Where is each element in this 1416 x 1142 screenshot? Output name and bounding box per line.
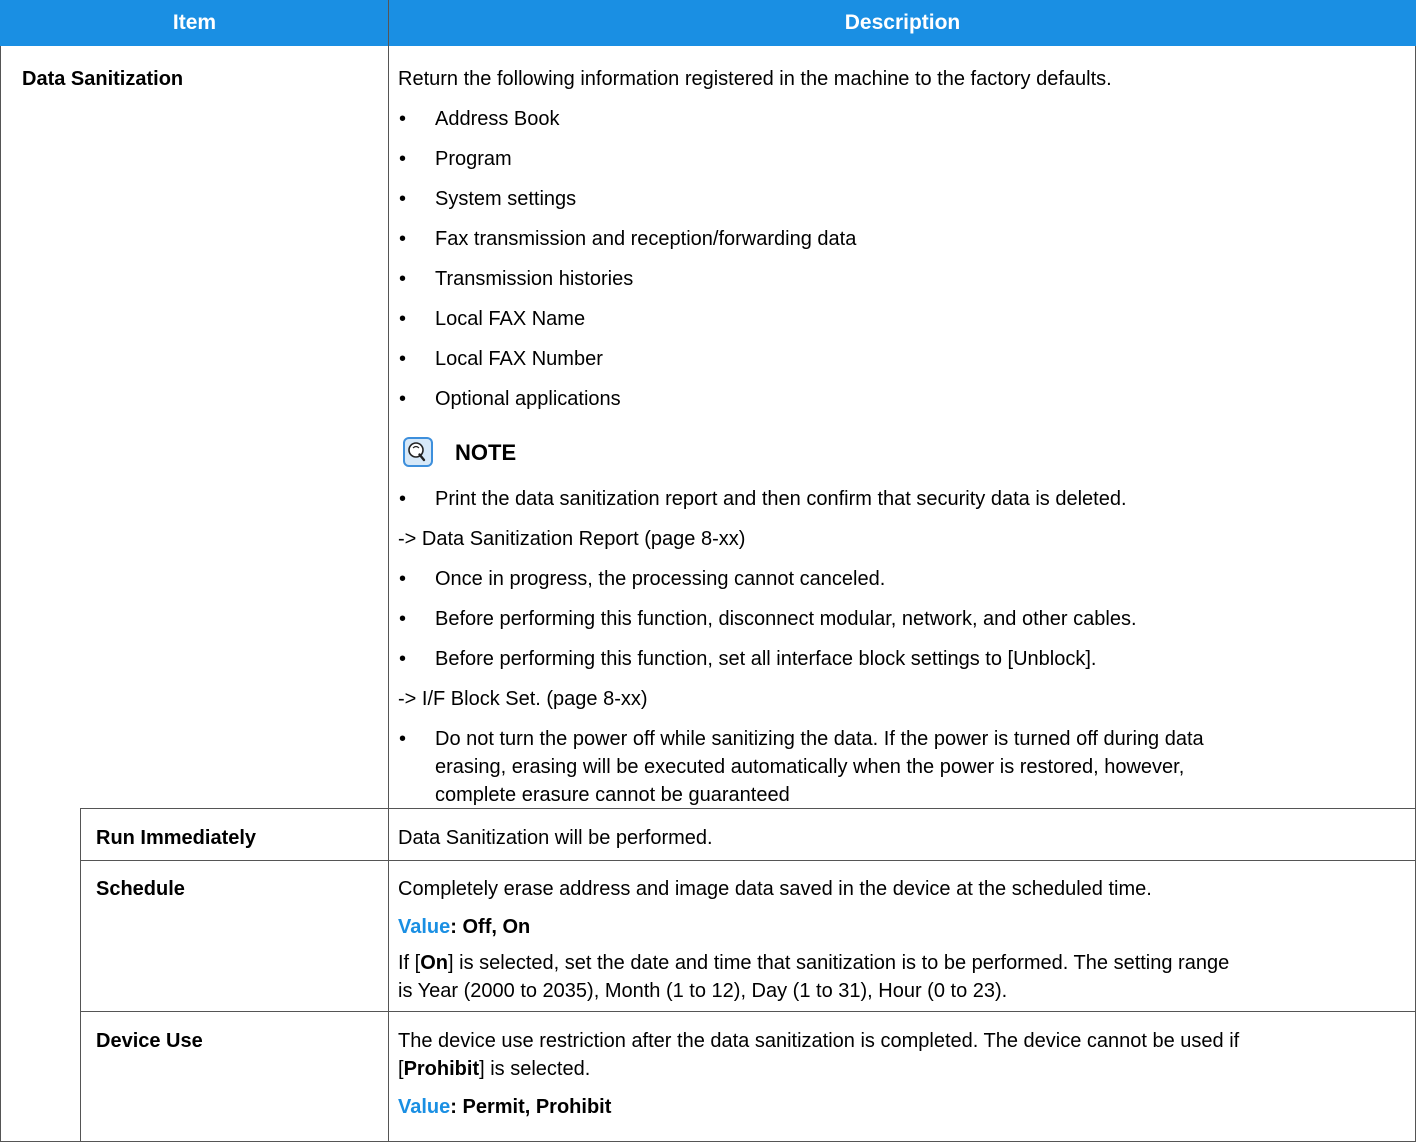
note-item: Print the data sanitization report and t… <box>435 488 1127 510</box>
list-item: Program <box>435 148 512 170</box>
device-use-value: Value: Permit, Prohibit <box>398 1096 611 1119</box>
header-description: Description <box>389 0 1416 46</box>
note-item: Before performing this function, set all… <box>435 648 1097 670</box>
value-options: : Off, On <box>450 916 531 938</box>
schedule-detail-line: is Year (2000 to 2035), Month (1 to 12),… <box>398 980 1008 1002</box>
note-item-line: erasing, erasing will be executed automa… <box>435 756 1185 778</box>
list-item: Local FAX Name <box>435 308 586 330</box>
bullet-icon: • <box>399 488 407 510</box>
bullet-icon: • <box>399 268 407 290</box>
row-label-run-immediately: Run Immediately <box>96 827 257 849</box>
bullet-icon: • <box>399 388 407 410</box>
lightbulb-note-icon <box>403 437 433 467</box>
row-divider <box>80 860 1416 861</box>
bullet-icon: • <box>399 308 407 330</box>
row-label-schedule: Schedule <box>96 878 185 900</box>
list-item: System settings <box>435 188 577 210</box>
bullet-icon: • <box>399 228 407 250</box>
intro-text: Return the following information registe… <box>398 68 1112 90</box>
column-divider <box>388 0 389 1142</box>
sub-indent-divider <box>80 808 81 1142</box>
bullet-icon: • <box>399 108 407 130</box>
note-item: Before performing this function, disconn… <box>435 608 1137 630</box>
row-label-data-sanitization: Data Sanitization <box>22 68 184 90</box>
schedule-value: Value: Off, On <box>398 916 530 939</box>
bullet-icon: • <box>399 608 407 630</box>
note-item: Once in progress, the processing cannot … <box>435 568 886 590</box>
settings-table: Item Description Data Sanitization Retur… <box>0 0 1416 1142</box>
row-divider <box>80 1011 1416 1012</box>
value-options: : Permit, Prohibit <box>450 1096 612 1118</box>
list-item: Local FAX Number <box>435 348 603 370</box>
bullet-icon: • <box>399 648 407 670</box>
device-use-description: The device use restriction after the dat… <box>398 1030 1240 1052</box>
bullet-icon: • <box>399 188 407 210</box>
device-use-description-line2: [Prohibit] is selected. <box>398 1058 591 1080</box>
header-item: Item <box>0 0 389 46</box>
schedule-detail-line: If [On] is selected, set the date and ti… <box>398 952 1230 974</box>
reference-link[interactable]: -> I/F Block Set. (page 8-xx) <box>398 688 648 711</box>
value-label: Value <box>398 1096 451 1118</box>
value-label: Value <box>398 916 451 938</box>
note-item-line: complete erasure cannot be guaranteed <box>435 784 790 806</box>
bullet-icon: • <box>399 348 407 370</box>
reference-link[interactable]: -> Data Sanitization Report (page 8-xx) <box>398 528 745 551</box>
table-border-left <box>0 46 1 1142</box>
list-item: Address Book <box>435 108 560 130</box>
schedule-description: Completely erase address and image data … <box>398 878 1152 900</box>
note-item-line: Do not turn the power off while sanitizi… <box>435 728 1204 750</box>
bullet-icon: • <box>399 148 407 170</box>
bullet-icon: • <box>399 728 407 750</box>
list-item: Transmission histories <box>435 268 634 290</box>
run-immediately-description: Data Sanitization will be performed. <box>398 827 713 849</box>
row-divider <box>80 808 1416 809</box>
list-item: Optional applications <box>435 388 621 410</box>
bullet-icon: • <box>399 568 407 590</box>
list-item: Fax transmission and reception/forwardin… <box>435 228 857 250</box>
note-title: NOTE <box>455 440 517 465</box>
row-label-device-use: Device Use <box>96 1030 203 1052</box>
